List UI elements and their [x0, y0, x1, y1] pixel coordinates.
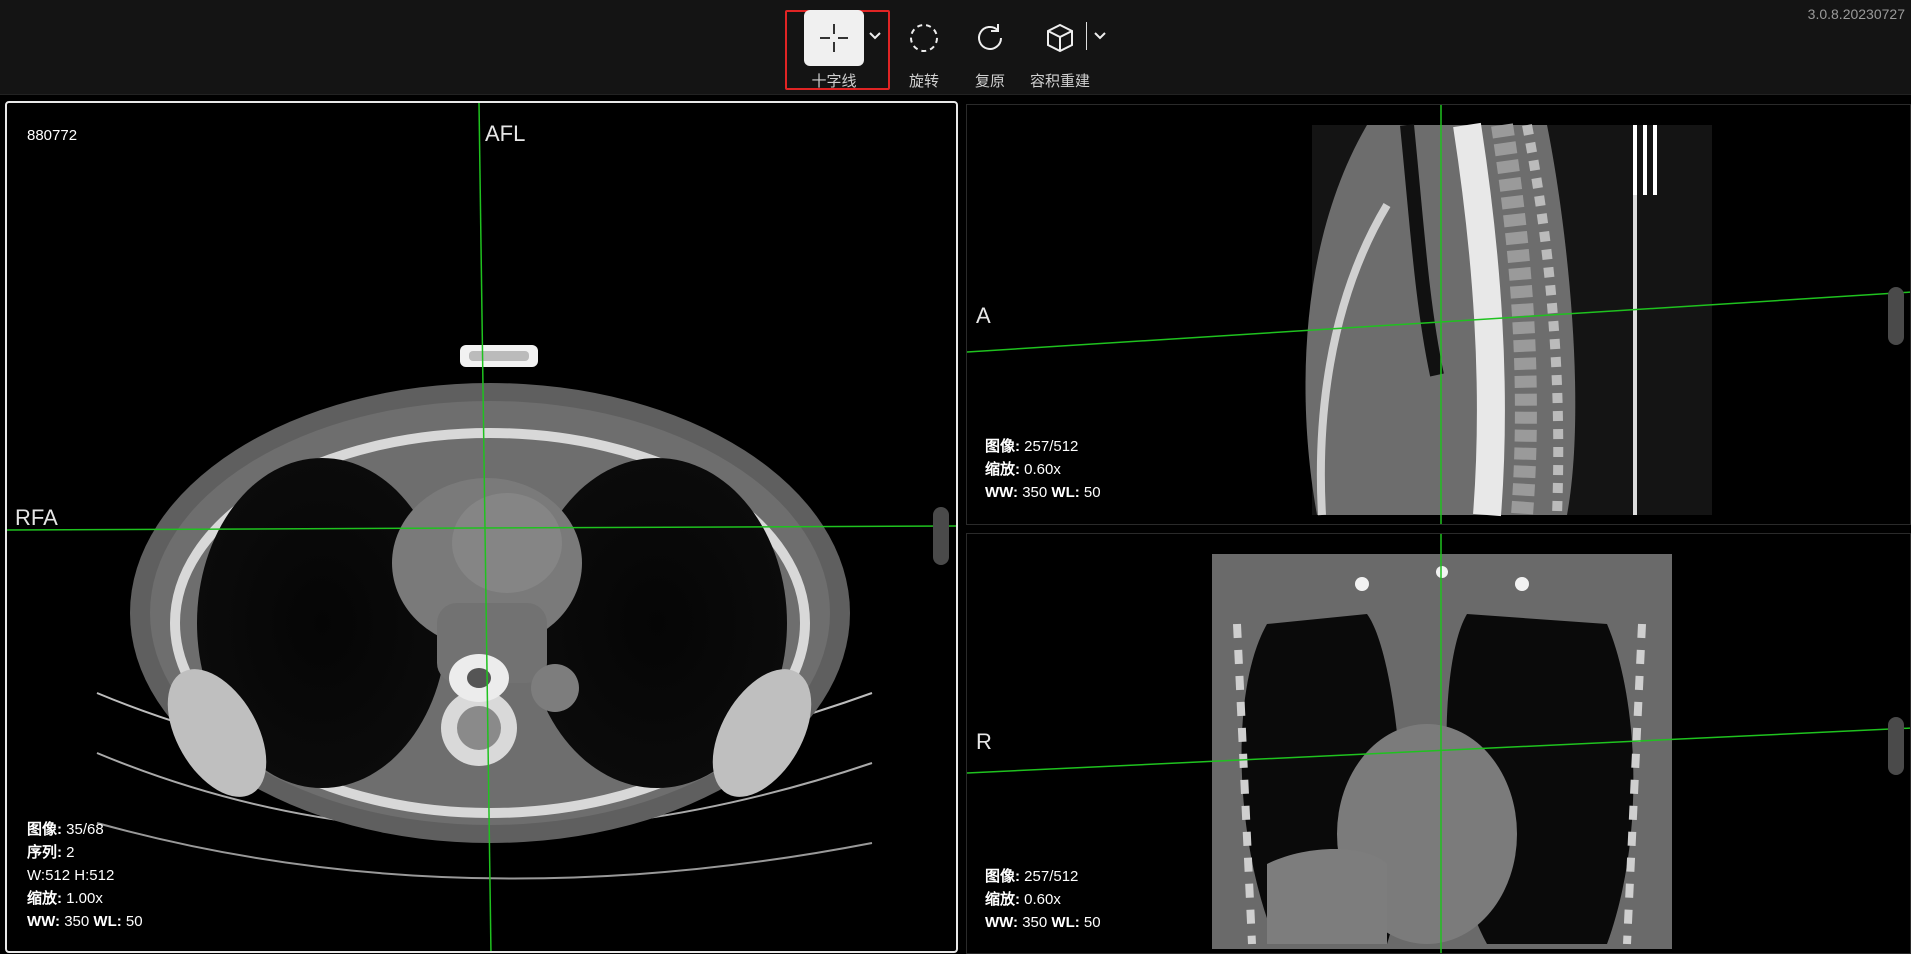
- slice-scrollbar[interactable]: [1888, 287, 1904, 345]
- sagittal-info-overlay: 图像: 257/512 缩放: 0.60x WW: 350 WL: 50: [985, 438, 1101, 501]
- reset-tool-button[interactable]: 复原: [960, 10, 1020, 91]
- orientation-left-label: A: [976, 303, 991, 328]
- toolbar-separator: [1086, 22, 1087, 50]
- rotate-dashed-circle-icon: [894, 10, 954, 66]
- crosshair-icon: [804, 10, 864, 66]
- toolbar: 3.0.8.20230727 十字线 旋转 复原 容积重建: [0, 0, 1911, 95]
- patient-id: 880772: [27, 127, 78, 144]
- orientation-top-label: AFL: [485, 121, 526, 146]
- axial-viewport[interactable]: 880772 AFL RFA 图像: 35/68 序列: 2 W:512 H:5…: [5, 101, 958, 953]
- coronal-info-overlay: 图像: 257/512 缩放: 0.60x WW: 350 WL: 50: [985, 868, 1101, 931]
- coronal-ct-image: [967, 534, 1910, 953]
- orientation-left-label: RFA: [15, 505, 58, 530]
- reset-icon: [960, 10, 1020, 66]
- chevron-down-icon: [869, 32, 881, 40]
- cube-icon: [1030, 10, 1090, 66]
- chevron-down-icon: [1094, 32, 1106, 40]
- crosshair-dropdown-button[interactable]: [866, 24, 884, 48]
- volume-render-tool-label: 容积重建: [1030, 73, 1091, 90]
- slice-scrollbar[interactable]: [933, 507, 949, 565]
- orientation-left-label: R: [976, 729, 992, 754]
- volume-dropdown-button[interactable]: [1091, 24, 1109, 48]
- sagittal-viewport[interactable]: A 图像: 257/512 缩放: 0.60x WW: 350 WL: 50: [966, 104, 1911, 525]
- axial-info-overlay: 图像: 35/68 序列: 2 W:512 H:512 缩放: 1.00x WW…: [27, 821, 143, 930]
- rotate-tool-label: 旋转: [908, 73, 939, 90]
- coronal-viewport[interactable]: R 图像: 257/512 缩放: 0.60x WW: 350 WL: 50: [966, 533, 1911, 954]
- reset-tool-label: 复原: [974, 73, 1005, 90]
- sagittal-ct-image: [967, 105, 1910, 524]
- slice-scrollbar[interactable]: [1888, 717, 1904, 775]
- volume-render-tool-button[interactable]: 容积重建: [1030, 10, 1090, 91]
- crosshair-tool-label: 十字线: [811, 73, 857, 90]
- rotate-tool-button[interactable]: 旋转: [894, 10, 954, 91]
- axial-ct-image: [7, 103, 956, 951]
- version-label: 3.0.8.20230727: [1807, 6, 1905, 22]
- crosshair-tool-button[interactable]: 十字线: [804, 10, 864, 91]
